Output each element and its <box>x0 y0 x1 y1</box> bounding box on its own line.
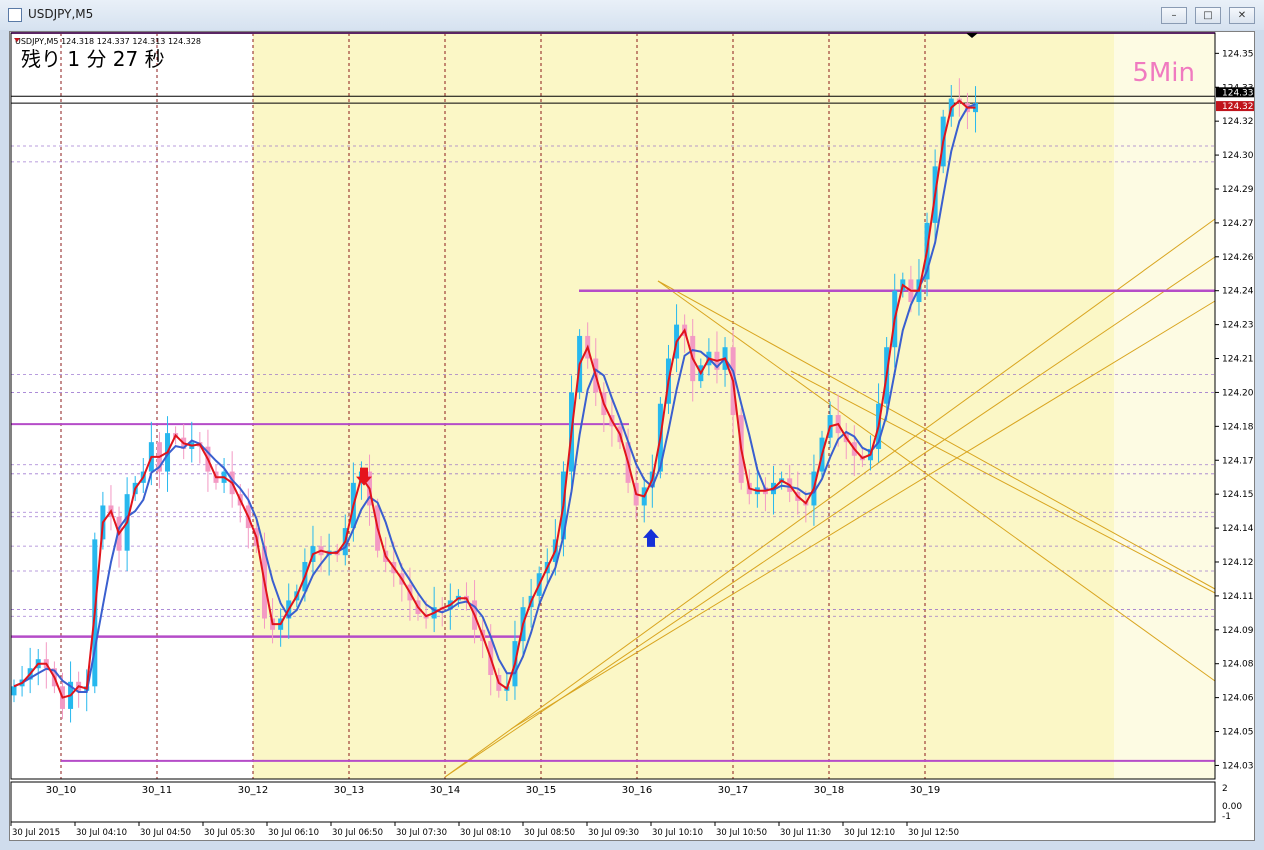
close-button[interactable]: ✕ <box>1229 7 1255 24</box>
day-label-4: 30_14 <box>430 785 460 796</box>
price-tag-0: 124.331 <box>1222 88 1254 98</box>
x-tick-label-7: 30 Jul 08:10 <box>460 828 511 838</box>
window-title: USDJPY,M5 <box>28 7 94 21</box>
subwindow-panel <box>10 781 1216 823</box>
x-tick-label-5: 30 Jul 06:50 <box>332 828 383 838</box>
day-label-1: 30_11 <box>142 785 172 796</box>
chart-window-icon <box>8 8 22 22</box>
day-label-9: 30_19 <box>910 785 940 796</box>
y-tick-label-6: 124.260 <box>1222 253 1254 263</box>
day-label-3: 30_13 <box>334 785 364 796</box>
y-tick-label-9: 124.215 <box>1222 355 1254 365</box>
day-label-7: 30_17 <box>718 785 748 796</box>
price-tag-1: 124.328 <box>1222 102 1254 112</box>
x-tick-label-8: 30 Jul 08:50 <box>524 828 575 838</box>
window-titlebar[interactable]: USDJPY,M5 – □ ✕ <box>0 0 1264 30</box>
y-tick-label-4: 124.290 <box>1222 185 1254 195</box>
candle-body-0 <box>11 686 17 696</box>
y-tick-label-3: 124.305 <box>1222 151 1254 161</box>
y-tick-label-8: 124.230 <box>1222 321 1254 331</box>
y-tick-label-20: 124.050 <box>1222 728 1254 738</box>
y-tick-label-14: 124.140 <box>1222 524 1254 534</box>
y-tick-label-0: 124.350 <box>1222 49 1254 59</box>
x-tick-label-2: 30 Jul 04:50 <box>140 828 191 838</box>
y-tick-label-10: 124.200 <box>1222 388 1254 398</box>
x-tick-label-10: 30 Jul 10:10 <box>652 828 703 838</box>
x-tick-label-13: 30 Jul 12:10 <box>844 828 895 838</box>
y-tick-label-2: 124.320 <box>1222 117 1254 127</box>
x-tick-label-9: 30 Jul 09:30 <box>588 828 639 838</box>
restore-button[interactable]: □ <box>1195 7 1221 24</box>
ohlc-info-line: USDJPY,M5 124.318 124.337 124.313 124.32… <box>15 37 201 46</box>
y-tick-label-15: 124.125 <box>1222 558 1254 568</box>
x-tick-label-4: 30 Jul 06:10 <box>268 828 319 838</box>
y-tick-label-13: 124.155 <box>1222 490 1254 500</box>
x-tick-label-1: 30 Jul 04:10 <box>76 828 127 838</box>
x-tick-label-3: 30 Jul 05:30 <box>204 828 255 838</box>
session-shade <box>253 33 1114 779</box>
y-tick-label-18: 124.080 <box>1222 660 1254 670</box>
chart-frame: USDJPY,M5 124.318 124.337 124.313 124.32… <box>9 31 1259 841</box>
y-tick-label-11: 124.185 <box>1222 422 1254 432</box>
y-tick-label-12: 124.170 <box>1222 456 1254 466</box>
y-tick-label-17: 124.095 <box>1222 626 1254 636</box>
future-shade <box>1114 33 1215 779</box>
y-tick-label-19: 124.065 <box>1222 694 1254 704</box>
sub-tick-label-2: -1 <box>1222 812 1231 822</box>
x-tick-label-11: 30 Jul 10:50 <box>716 828 767 838</box>
sub-tick-label-1: 0.00 <box>1222 802 1242 812</box>
x-tick-label-0: 30 Jul 2015 <box>12 828 60 838</box>
mt4-chart-window: USDJPY,M5 – □ ✕ USDJPY,M5 124.318 124.33… <box>0 0 1264 850</box>
candle-countdown: 残り 1 分 27 秒 <box>21 47 165 71</box>
timeframe-label: 5Min <box>1132 58 1195 88</box>
y-tick-label-5: 124.275 <box>1222 219 1254 229</box>
day-label-5: 30_15 <box>526 785 556 796</box>
y-tick-label-7: 124.245 <box>1222 287 1254 297</box>
y-tick-label-21: 124.035 <box>1222 761 1254 771</box>
day-label-6: 30_16 <box>622 785 652 796</box>
minimize-button[interactable]: – <box>1161 7 1187 24</box>
x-tick-label-6: 30 Jul 07:30 <box>396 828 447 838</box>
sub-tick-label-0: 2 <box>1222 784 1228 794</box>
price-chart-svg[interactable]: USDJPY,M5 124.318 124.337 124.313 124.32… <box>10 32 1259 840</box>
x-tick-label-12: 30 Jul 11:30 <box>780 828 831 838</box>
y-tick-label-16: 124.110 <box>1222 592 1254 602</box>
x-tick-label-14: 30 Jul 12:50 <box>908 828 959 838</box>
day-label-8: 30_18 <box>814 785 844 796</box>
day-label-0: 30_10 <box>46 785 76 796</box>
day-label-2: 30_12 <box>238 785 268 796</box>
